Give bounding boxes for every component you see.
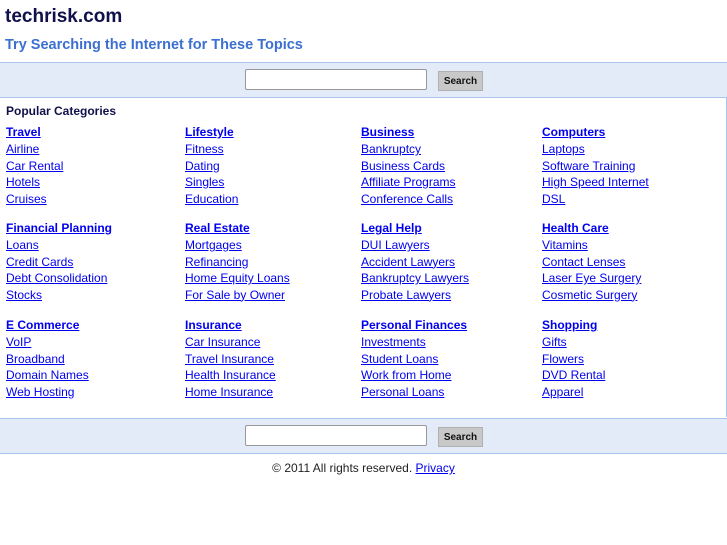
category-item-link[interactable]: Investments [361,334,467,351]
category-item-link[interactable]: Cruises [6,191,63,208]
category-item-link[interactable]: Singles [185,174,238,191]
page-subtitle: Try Searching the Internet for These Top… [5,37,303,53]
category-item-link[interactable]: Fitness [185,141,238,158]
category-group: Real Estate Mortgages Refinancing Home Equi… [185,220,290,303]
popular-categories-heading: Popular Categories [6,104,117,118]
category-item-link[interactable]: For Sale by Owner [185,287,290,304]
category-heading-link[interactable]: Financial Planning [6,220,112,237]
category-heading-link[interactable]: Legal Help [361,220,469,237]
category-item-link[interactable]: Affiliate Programs [361,174,455,191]
category-item-link[interactable]: Flowers [542,351,605,368]
search-input-bottom[interactable] [245,425,427,446]
category-item-link[interactable]: Vitamins [542,237,641,254]
category-item-link[interactable]: Cosmetic Surgery [542,287,641,304]
category-group: Business Bankruptcy Business Cards Affiliat… [361,124,455,207]
category-item-link[interactable]: Education [185,191,238,208]
category-group: E Commerce VoIP Broadband Domain Names Web H… [6,317,89,400]
bottom-search-bar: Search [0,418,727,454]
category-item-link[interactable]: Debt Consolidation [6,270,112,287]
category-item-link[interactable]: Mortgages [185,237,290,254]
category-item-link[interactable]: Home Insurance [185,384,276,401]
category-item-link[interactable]: Bankruptcy [361,141,455,158]
category-heading-link[interactable]: Lifestyle [185,124,238,141]
category-item-link[interactable]: Car Rental [6,158,63,175]
category-item-link[interactable]: Apparel [542,384,605,401]
category-heading-link[interactable]: Travel [6,124,63,141]
top-search-bar: Search [0,62,727,98]
search-input-top[interactable] [245,69,427,90]
category-item-link[interactable]: VoIP [6,334,89,351]
category-heading-link[interactable]: Insurance [185,317,276,334]
category-heading-link[interactable]: Shopping [542,317,605,334]
category-item-link[interactable]: Health Insurance [185,367,276,384]
category-group: Lifestyle Fitness Dating Singles Education [185,124,238,207]
category-item-link[interactable]: Laser Eye Surgery [542,270,641,287]
category-item-link[interactable]: High Speed Internet [542,174,649,191]
category-item-link[interactable]: Web Hosting [6,384,89,401]
category-item-link[interactable]: Refinancing [185,254,290,271]
category-group: Health Care Vitamins Contact Lenses Laser E… [542,220,641,303]
category-item-link[interactable]: Airline [6,141,63,158]
category-group: Shopping Gifts Flowers DVD Rental Apparel [542,317,605,400]
category-item-link[interactable]: Stocks [6,287,112,304]
category-item-link[interactable]: Laptops [542,141,649,158]
category-heading-link[interactable]: Computers [542,124,649,141]
category-group: Travel Airline Car Rental Hotels Cruises [6,124,63,207]
category-item-link[interactable]: Broadband [6,351,89,368]
category-item-link[interactable]: Student Loans [361,351,467,368]
category-group: Financial Planning Loans Credit Cards Debt … [6,220,112,303]
search-button-top[interactable]: Search [438,71,483,91]
category-item-link[interactable]: Gifts [542,334,605,351]
category-item-link[interactable]: Dating [185,158,238,175]
category-item-link[interactable]: Travel Insurance [185,351,276,368]
category-item-link[interactable]: Loans [6,237,112,254]
category-item-link[interactable]: Accident Lawyers [361,254,469,271]
category-heading-link[interactable]: E Commerce [6,317,89,334]
category-heading-link[interactable]: Personal Finances [361,317,467,334]
footer: © 2011 All rights reserved. Privacy [0,461,727,475]
category-item-link[interactable]: Contact Lenses [542,254,641,271]
category-item-link[interactable]: Software Training [542,158,649,175]
search-button-bottom[interactable]: Search [438,427,483,447]
category-item-link[interactable]: DVD Rental [542,367,605,384]
site-title: techrisk.com [5,6,123,27]
category-item-link[interactable]: Credit Cards [6,254,112,271]
copyright-text: © 2011 All rights reserved. [272,461,413,475]
category-item-link[interactable]: Personal Loans [361,384,467,401]
privacy-link[interactable]: Privacy [416,461,455,475]
category-group: Legal Help DUI Lawyers Accident Lawyers Ban… [361,220,469,303]
category-item-link[interactable]: Hotels [6,174,63,191]
category-item-link[interactable]: Domain Names [6,367,89,384]
category-group: Insurance Car Insurance Travel Insurance He… [185,317,276,400]
category-heading-link[interactable]: Business [361,124,455,141]
category-heading-link[interactable]: Real Estate [185,220,290,237]
category-item-link[interactable]: DSL [542,191,649,208]
category-item-link[interactable]: Car Insurance [185,334,276,351]
category-item-link[interactable]: Bankruptcy Lawyers [361,270,469,287]
category-group: Personal Finances Investments Student Loan… [361,317,467,400]
category-item-link[interactable]: Business Cards [361,158,455,175]
category-item-link[interactable]: Conference Calls [361,191,455,208]
category-item-link[interactable]: Home Equity Loans [185,270,290,287]
category-item-link[interactable]: Work from Home [361,367,467,384]
categories-panel: Popular Categories Travel Airline Car Rent… [0,97,727,417]
category-item-link[interactable]: Probate Lawyers [361,287,469,304]
category-item-link[interactable]: DUI Lawyers [361,237,469,254]
category-group: Computers Laptops Software Training High Sp… [542,124,649,207]
category-heading-link[interactable]: Health Care [542,220,641,237]
